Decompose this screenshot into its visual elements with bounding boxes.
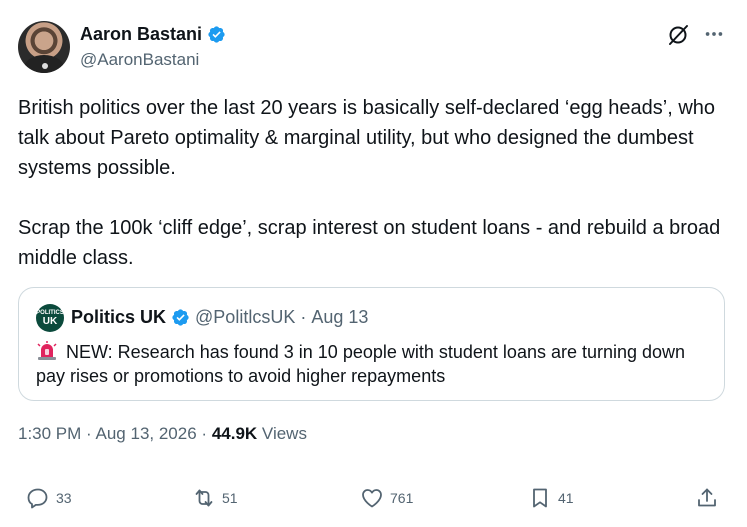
reply-button[interactable]: 33 xyxy=(26,480,72,516)
tweet-date[interactable]: Aug 13, 2026 xyxy=(96,424,197,443)
verified-icon xyxy=(172,309,189,326)
like-count: 761 xyxy=(390,490,414,506)
bookmark-icon xyxy=(533,488,547,508)
quoted-author-name[interactable]: Politics UK xyxy=(71,307,166,328)
quoted-date[interactable]: Aug 13 xyxy=(311,307,368,328)
verified-icon xyxy=(208,26,225,43)
share-button[interactable] xyxy=(695,480,719,516)
quoted-separator: · xyxy=(300,307,307,327)
siren-icon xyxy=(37,341,57,360)
tweet-paragraph-2: Scrap the 100k ‘cliff edge’, scrap inter… xyxy=(18,217,721,269)
action-bar: 33 51 761 41 xyxy=(0,480,747,516)
bookmark-button[interactable]: 41 xyxy=(528,480,574,516)
quoted-text: NEW: Research has found 3 in 10 people w… xyxy=(36,340,696,388)
reply-count: 33 xyxy=(56,490,72,506)
meta-separator-2: · xyxy=(201,424,208,443)
views-count: 44.9K xyxy=(211,424,258,443)
more-icon[interactable] xyxy=(703,23,725,45)
tweet-time[interactable]: 1:30 PM xyxy=(18,424,81,443)
tweet-text: British politics over the last 20 years … xyxy=(18,93,730,273)
quoted-author-avatar[interactable]: POLITICS UK xyxy=(36,304,64,332)
repost-count: 51 xyxy=(222,490,238,506)
views-label: Views xyxy=(261,424,307,443)
quoted-author-handle[interactable]: @PolitlcsUK xyxy=(195,307,295,328)
avatar-text-big: UK xyxy=(42,315,58,327)
tweet-meta: 1:30 PM · Aug 13, 2026 · 44.9K Views xyxy=(18,424,307,444)
author-name[interactable]: Aaron Bastani xyxy=(80,24,202,45)
meta-separator: · xyxy=(86,424,92,443)
repost-icon xyxy=(195,489,213,507)
like-button[interactable]: 761 xyxy=(360,480,413,516)
quoted-body: NEW: Research has found 3 in 10 people w… xyxy=(36,342,686,386)
tweet-paragraph-1: British politics over the last 20 years … xyxy=(18,97,716,179)
repost-button[interactable]: 51 xyxy=(192,480,238,516)
bookmark-count: 41 xyxy=(558,490,574,506)
author-name-row[interactable]: Aaron Bastani xyxy=(80,24,226,45)
quoted-tweet[interactable]: POLITICS UK Politics UK @PolitlcsUK · Au… xyxy=(18,287,725,401)
reply-icon xyxy=(27,488,48,509)
grok-icon[interactable] xyxy=(666,23,690,47)
author-avatar[interactable] xyxy=(18,21,70,73)
author-handle[interactable]: @AaronBastani xyxy=(80,50,199,70)
quoted-header: Politics UK @PolitlcsUK · Aug 13 xyxy=(71,307,368,328)
like-icon xyxy=(362,489,382,508)
share-icon xyxy=(698,488,716,507)
